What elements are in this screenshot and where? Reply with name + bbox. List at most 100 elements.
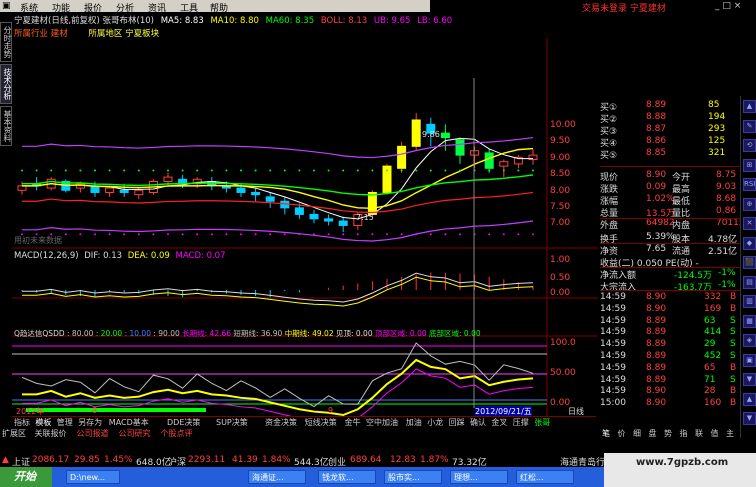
toolbar-icon[interactable]: ✕ xyxy=(743,217,756,230)
quote-row: 买③ 8.87 293 xyxy=(598,124,740,137)
toolbar-icon[interactable]: ▥ xyxy=(743,295,756,308)
menu-function[interactable]: 功能 xyxy=(52,1,70,14)
toolbar-icon[interactable]: ▤ xyxy=(743,275,756,289)
window-controls[interactable]: _ □ × xyxy=(715,1,741,11)
tick-side: S xyxy=(730,315,736,326)
tick-side: B xyxy=(730,362,737,373)
date-aug: 8 xyxy=(92,406,98,415)
start-button[interactable]: 开始 xyxy=(0,467,52,487)
quote-tab[interactable]: 势 xyxy=(664,428,672,440)
candle-body xyxy=(338,220,348,226)
quote-label: 内盘 xyxy=(672,221,691,231)
quote-tab[interactable]: 细 xyxy=(633,428,641,440)
toolbar-icon[interactable]: ▦ xyxy=(743,314,756,328)
tick-side: B xyxy=(730,398,737,409)
tick-side: B xyxy=(730,386,737,397)
toolbar-icon[interactable]: ▲ xyxy=(743,100,756,113)
quote-row: 买② 8.88 194 xyxy=(598,112,740,125)
tick-time: 14:59 xyxy=(600,351,626,361)
quote-tab[interactable]: 联 xyxy=(695,428,703,440)
dot-marker xyxy=(502,169,505,172)
qsdd-mid: 中期线: 49.02 xyxy=(284,329,334,338)
boll-label: BOLL: 8.13 xyxy=(320,16,368,26)
macd-tick: 0.50 xyxy=(550,273,571,283)
quote-tab[interactable]: 主 xyxy=(726,428,734,440)
toolbar-icon[interactable]: ⟲ xyxy=(743,139,756,152)
tab-intraday[interactable]: 分时走势 xyxy=(0,22,12,62)
taskbar-item[interactable]: 海通证... xyxy=(248,470,306,484)
toolbar-icon[interactable]: ▼ xyxy=(743,373,756,386)
menu-analysis[interactable]: 分析 xyxy=(116,1,134,14)
tick-price: 8.90 xyxy=(646,386,667,397)
dot-marker xyxy=(429,169,432,172)
candle-body xyxy=(324,218,334,222)
taskbar-item[interactable]: 红松... xyxy=(516,470,574,484)
dot-marker xyxy=(50,169,53,172)
index-ticker: ▲ 上证 2086.17 29.85 1.45% 648.0亿 沪深 2293.… xyxy=(0,453,605,468)
inflow-pct: -1% xyxy=(718,280,736,290)
menu-help[interactable]: 帮助 xyxy=(210,1,228,14)
extension-tab[interactable]: 公司研究 xyxy=(119,428,151,440)
menu-quote[interactable]: 报价 xyxy=(84,1,102,14)
qsdd-tick: 100.0 xyxy=(550,338,576,348)
dot-marker xyxy=(415,169,418,172)
macd-dea: DEA: 0.09 xyxy=(127,251,170,261)
bid-price: 8.89 xyxy=(646,100,667,110)
toolbar-icon[interactable]: ◈ xyxy=(743,334,756,347)
menu-tools[interactable]: 工具 xyxy=(180,1,198,14)
ub-label: UB: 9.65 xyxy=(373,16,411,26)
toolbar-icon[interactable]: ⬛ xyxy=(743,256,756,269)
menu-news[interactable]: 资讯 xyxy=(148,1,166,14)
extension-tab[interactable]: 扩展区 xyxy=(2,428,26,440)
dot-marker xyxy=(181,233,184,236)
app-icon[interactable]: ▣ xyxy=(2,1,11,11)
tab-technical[interactable]: 技术分析 xyxy=(0,64,12,104)
dot-marker xyxy=(400,169,403,172)
quote-tab[interactable]: 笔 xyxy=(602,428,610,440)
extension-tab[interactable]: 公司报道 xyxy=(77,428,109,440)
toolbar-icon[interactable]: ▼ xyxy=(743,412,756,425)
extension-tab[interactable]: 个股点评 xyxy=(161,428,193,440)
toolbar-icon[interactable]: ⊕ xyxy=(743,197,756,211)
extension-tab[interactable]: 关联报价 xyxy=(35,428,67,440)
menu-system[interactable]: 系统 xyxy=(20,1,38,14)
toolbar-icon[interactable]: ▲ xyxy=(743,392,756,406)
dot-marker xyxy=(94,169,96,172)
taskbar-item[interactable]: D:\new... xyxy=(66,470,120,484)
quote-tab[interactable]: 价 xyxy=(618,428,626,440)
bid-volume: 85 xyxy=(708,100,720,110)
quote-tab[interactable]: 值 xyxy=(711,428,719,440)
toolbar-icon[interactable]: ◆ xyxy=(743,236,756,250)
taskbar-item[interactable]: 股市实... xyxy=(384,470,442,484)
candle-body xyxy=(105,187,115,193)
quote-row: 14:59 8.89 71 S xyxy=(598,375,740,387)
dot-marker xyxy=(342,233,345,236)
toolbar-icon[interactable]: ▣ xyxy=(743,353,756,367)
toolbar-icon[interactable]: ⊞ xyxy=(743,158,756,172)
dot-marker xyxy=(488,233,491,236)
quote-tab[interactable]: 盘 xyxy=(649,428,657,440)
quote-value: 5.39% xyxy=(646,232,675,242)
quote-tab[interactable]: 指 xyxy=(680,428,688,440)
toolbar-icon[interactable]: RSI xyxy=(743,178,756,191)
toolbar-icon[interactable]: ✎ xyxy=(743,119,756,133)
quote-value: 0.86 xyxy=(716,206,737,216)
quote-separator xyxy=(600,267,740,268)
chart-area[interactable] xyxy=(12,38,598,418)
tab-fundamentals[interactable]: 基本资料 xyxy=(0,106,12,146)
dot-marker xyxy=(283,233,286,236)
taskbar-item[interactable]: 钱龙软... xyxy=(318,470,376,484)
taskbar-item[interactable]: 理想... xyxy=(450,470,508,484)
quote-value: 8.75 xyxy=(716,170,737,180)
dot-marker xyxy=(181,169,184,172)
price-tick: 10.00 xyxy=(550,120,576,130)
price-panel xyxy=(17,112,538,242)
tick-time: 14:59 xyxy=(600,362,626,373)
tick-volume: 452 xyxy=(704,351,722,361)
dot-marker xyxy=(210,169,213,172)
dot-marker xyxy=(108,169,111,172)
dot-marker xyxy=(254,233,257,236)
candle-body xyxy=(309,213,319,220)
macd-panel xyxy=(21,272,534,307)
tick-time: 14:59 xyxy=(600,292,626,302)
